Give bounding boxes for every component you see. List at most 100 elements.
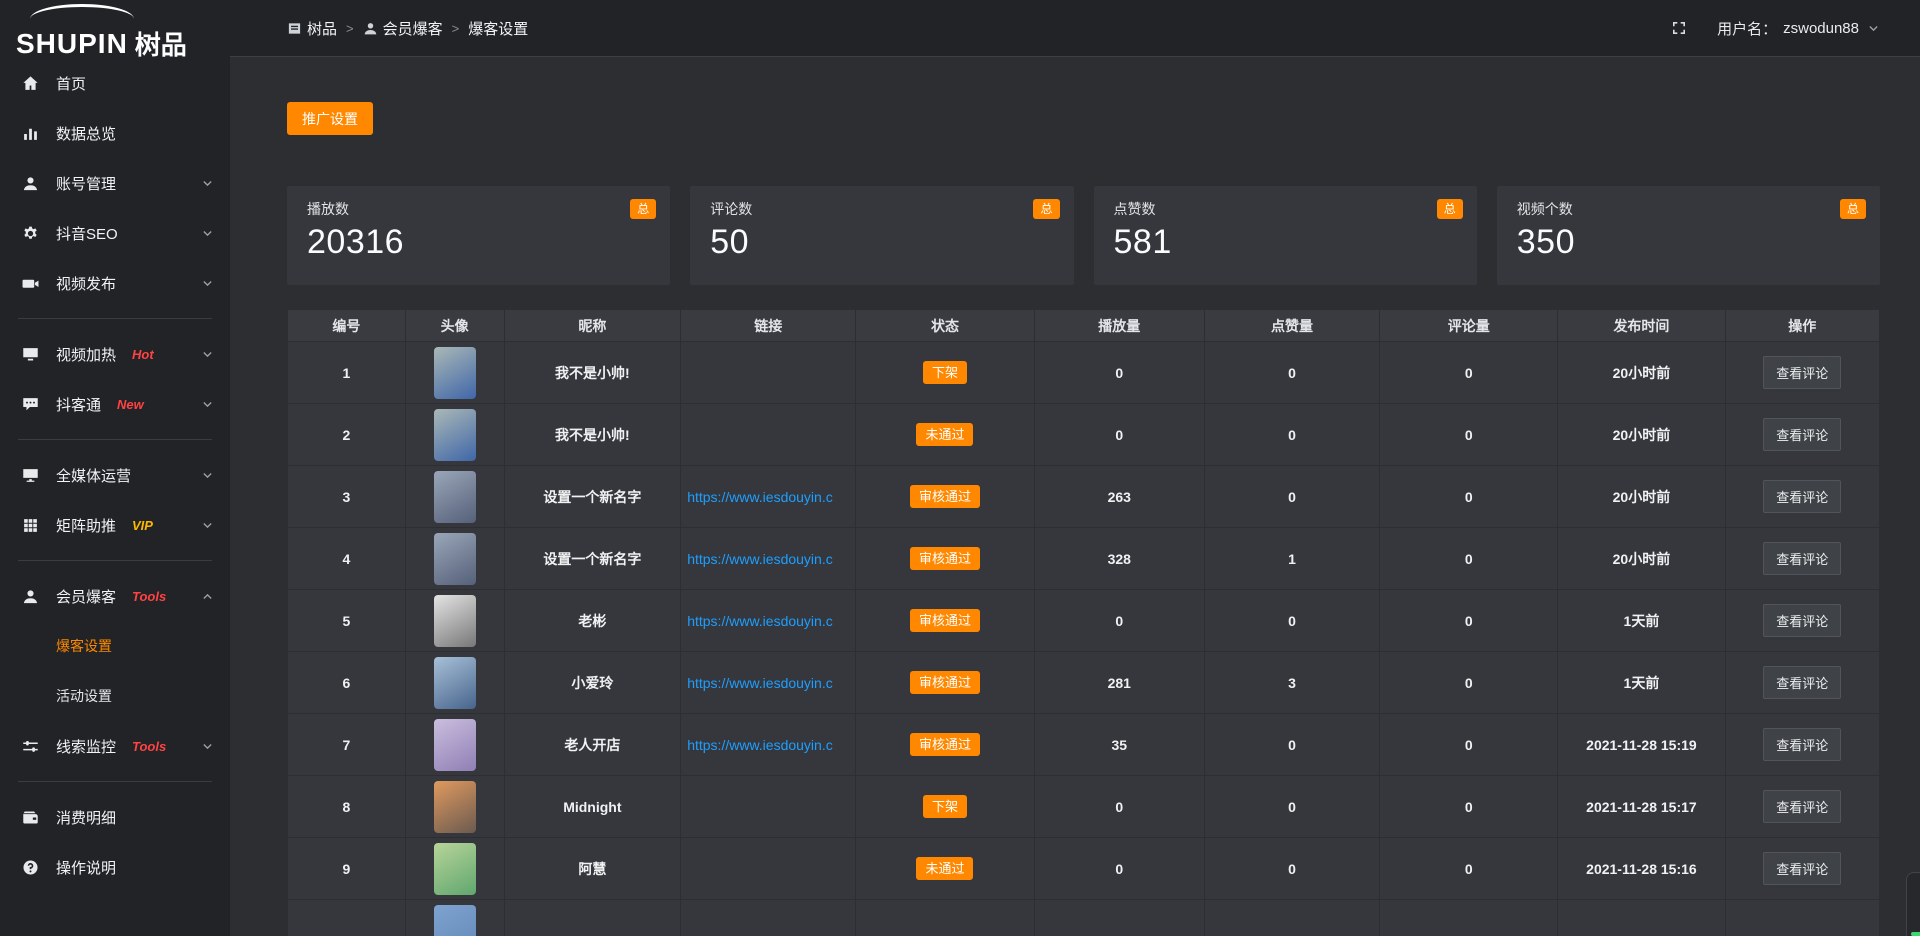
chevron-up-icon <box>201 590 214 603</box>
sidebar-item-label: 操作说明 <box>56 857 116 878</box>
cell-time: 20小时前 <box>1558 466 1725 528</box>
cell-avatar <box>405 528 504 590</box>
cell-avatar <box>405 900 504 936</box>
fullscreen-icon[interactable] <box>1671 20 1687 36</box>
chevron-down-icon <box>201 348 214 361</box>
cell-plays: 35 <box>1034 714 1204 776</box>
cell-id: 7 <box>288 714 406 776</box>
cell-time: 1天前 <box>1558 590 1725 652</box>
promo-settings-button[interactable]: 推广设置 <box>287 102 373 135</box>
sidebar-subitem[interactable]: 爆客设置 <box>0 621 230 671</box>
breadcrumb: 树品 > 会员爆客 > 爆客设置 <box>287 18 528 39</box>
avatar <box>434 781 476 833</box>
cell-id: 6 <box>288 652 406 714</box>
view-comments-button[interactable]: 查看评论 <box>1763 790 1841 823</box>
breadcrumb-item[interactable]: 会员爆客 <box>363 18 443 39</box>
sidebar-item-user[interactable]: 账号管理 <box>0 158 230 208</box>
video-link[interactable]: https://www.iesdouyin.c <box>687 489 833 505</box>
cell-likes: 0 <box>1204 838 1379 900</box>
cell-link <box>681 342 856 404</box>
sidebar-item-wallet[interactable]: 消费明细 <box>0 792 230 842</box>
logo-arc-decoration <box>30 4 134 34</box>
chevron-down-icon <box>1867 22 1880 35</box>
grid-icon <box>22 517 39 534</box>
cell-status: 审核通过 <box>856 528 1034 590</box>
sidebar-item-sliders[interactable]: 线索监控 Tools <box>0 721 230 771</box>
username-label: 用户名： <box>1717 18 1777 39</box>
sidebar-nav: 首页 数据总览 账号管理 抖音SEO 视频发布 视频加热 Hot 抖客通 <box>0 58 230 892</box>
stat-card-value: 350 <box>1517 223 1866 262</box>
cell-comments: 0 <box>1380 838 1558 900</box>
avatar <box>434 409 476 461</box>
table-row: 1 我不是小帅! 下架 0 0 0 20小时前 查看评论 <box>288 342 1880 404</box>
sidebar-subitem[interactable]: 活动设置 <box>0 671 230 721</box>
view-comments-button[interactable]: 查看评论 <box>1763 666 1841 699</box>
view-comments-button[interactable]: 查看评论 <box>1763 728 1841 761</box>
breadcrumb-label: 会员爆客 <box>383 18 443 39</box>
cell-plays: 0 <box>1034 590 1204 652</box>
cell-time: 20小时前 <box>1558 404 1725 466</box>
user-icon <box>363 21 378 36</box>
cell-status: 未通过 <box>856 404 1034 466</box>
video-link[interactable]: https://www.iesdouyin.c <box>687 737 833 753</box>
cell-nickname: 我不是小帅! <box>504 342 681 404</box>
sidebar-item-chat[interactable]: 抖客通 New <box>0 379 230 429</box>
sidebar-item-label: 账号管理 <box>56 173 116 194</box>
status-badge: 审核通过 <box>910 671 980 694</box>
breadcrumb-item[interactable]: 爆客设置 <box>468 18 528 39</box>
sidebar-item-member[interactable]: 会员爆客 Tools <box>0 571 230 621</box>
sidebar-item-help[interactable]: 操作说明 <box>0 842 230 892</box>
cell-likes: 3 <box>1204 652 1379 714</box>
sidebar-item-monitor[interactable]: 全媒体运营 <box>0 450 230 500</box>
cell-likes: 1 <box>1204 528 1379 590</box>
table-row: 4 设置一个新名字 https://www.iesdouyin.c 审核通过 3… <box>288 528 1880 590</box>
table-row: 7 老人开店 https://www.iesdouyin.c 审核通过 35 0… <box>288 714 1880 776</box>
sidebar-item-badge: VIP <box>132 518 153 533</box>
column-header: 链接 <box>681 310 856 342</box>
stat-card-value: 581 <box>1114 223 1463 262</box>
total-badge: 总 <box>630 199 656 219</box>
cell-likes: 0 <box>1204 776 1379 838</box>
cell-plays <box>1034 900 1204 936</box>
column-header: 评论量 <box>1380 310 1558 342</box>
sidebar-item-grid[interactable]: 矩阵助推 VIP <box>0 500 230 550</box>
sidebar-item-label: 会员爆客 <box>56 586 116 607</box>
view-comments-button[interactable]: 查看评论 <box>1763 852 1841 885</box>
stat-card: 播放数 20316 总 <box>287 186 670 285</box>
sidebar-item-label: 视频发布 <box>56 273 116 294</box>
view-comments-button[interactable]: 查看评论 <box>1763 542 1841 575</box>
view-comments-button[interactable]: 查看评论 <box>1763 356 1841 389</box>
cell-comments: 0 <box>1380 404 1558 466</box>
sidebar-item-home[interactable]: 首页 <box>0 58 230 108</box>
cell-action: 查看评论 <box>1725 652 1879 714</box>
cell-action: 查看评论 <box>1725 590 1879 652</box>
cell-link <box>681 404 856 466</box>
sidebar-item-tv[interactable]: 视频加热 Hot <box>0 329 230 379</box>
chevron-down-icon <box>201 177 214 190</box>
cell-likes: 0 <box>1204 342 1379 404</box>
cell-comments: 0 <box>1380 342 1558 404</box>
floating-widget[interactable] <box>1906 872 1920 936</box>
user-menu[interactable]: 用户名：zswodun88 <box>1717 18 1880 39</box>
avatar <box>434 843 476 895</box>
cell-nickname: 老人开店 <box>504 714 681 776</box>
cell-plays: 328 <box>1034 528 1204 590</box>
doc-icon <box>287 21 302 36</box>
sidebar-item-video[interactable]: 视频发布 <box>0 258 230 308</box>
monitor-icon <box>22 467 39 484</box>
breadcrumb-item[interactable]: 树品 <box>287 18 337 39</box>
cell-action: 查看评论 <box>1725 528 1879 590</box>
sidebar-subitem-label: 活动设置 <box>56 686 112 706</box>
video-link[interactable]: https://www.iesdouyin.c <box>687 675 833 691</box>
cell-nickname: 设置一个新名字 <box>504 528 681 590</box>
cell-time <box>1558 900 1725 936</box>
view-comments-button[interactable]: 查看评论 <box>1763 418 1841 451</box>
sidebar-item-gear[interactable]: 抖音SEO <box>0 208 230 258</box>
sidebar-item-chart[interactable]: 数据总览 <box>0 108 230 158</box>
sidebar-subitem-label: 爆客设置 <box>56 636 112 656</box>
view-comments-button[interactable]: 查看评论 <box>1763 604 1841 637</box>
main-area: 树品 > 会员爆客 > 爆客设置 用户名：zswodun88 推广设置 播放数 … <box>230 0 1920 936</box>
video-link[interactable]: https://www.iesdouyin.c <box>687 551 833 567</box>
video-link[interactable]: https://www.iesdouyin.c <box>687 613 833 629</box>
view-comments-button[interactable]: 查看评论 <box>1763 480 1841 513</box>
